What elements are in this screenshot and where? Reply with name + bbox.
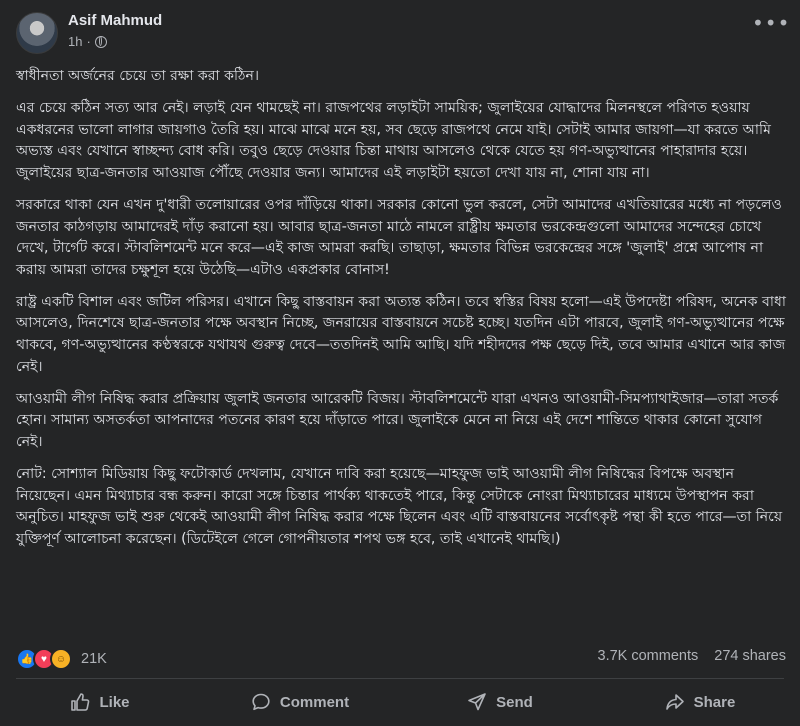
post-paragraph: আওয়ামী লীগ নিষিদ্ধ করার প্রক্রিয়ায় জু… (16, 390, 779, 450)
post-actions: Like Comment Send Share (0, 682, 800, 722)
care-reaction-icon: ☺ (50, 648, 72, 670)
post-meta: 1h · (68, 34, 107, 49)
comment-label: Comment (279, 693, 350, 711)
post-paragraph: নোট: সোশ্যাল মিডিয়ায় কিছু ফটোকার্ড দেখ… (16, 466, 783, 547)
author-avatar[interactable] (16, 12, 58, 54)
comment-bubble-icon (252, 693, 270, 711)
post-paragraph: সরকারে থাকা যেন এখন দু'ধারী তলোয়ারের ওপ… (16, 196, 782, 278)
post-paragraph: স্বাধীনতা অর্জনের চেয়ে তা রক্ষা করা কঠি… (16, 68, 259, 84)
comments-count[interactable]: 3.7K comments (598, 648, 699, 664)
author-name[interactable]: Asif Mahmud (68, 12, 162, 29)
reactions-count[interactable]: 21K (81, 651, 107, 667)
post-header: Asif Mahmud 1h · ••• (16, 10, 789, 60)
post-paragraph: এর চেয়ে কঠিন সত্য আর নেই। লড়াই যেন থাম… (16, 100, 771, 181)
post-paragraph: রাষ্ট্র একটি বিশাল এবং জটিল পরিসর। এখানে… (16, 293, 786, 375)
share-arrow-icon (665, 694, 684, 710)
engagement-counts: 3.7K comments 274 shares (598, 648, 787, 664)
post-time[interactable]: 1h (68, 34, 82, 49)
divider (16, 678, 784, 679)
post-stats: 👍 ♥ ☺ 21K 3.7K comments 274 shares (16, 646, 786, 670)
meta-separator: · (86, 34, 91, 49)
share-label: Share (693, 693, 736, 711)
facebook-post: Asif Mahmud 1h · ••• স্বাধীনতা অর্জনের চ… (0, 0, 800, 726)
thumbs-up-icon (71, 693, 90, 711)
shares-count[interactable]: 274 shares (714, 648, 786, 664)
globe-icon[interactable] (94, 35, 107, 48)
post-body: স্বাধীনতা অর্জনের চেয়ে তা রক্ষা করা কঠি… (16, 66, 786, 561)
like-button[interactable]: Like (0, 682, 200, 722)
share-button[interactable]: Share (600, 682, 800, 722)
reactions-summary[interactable]: 👍 ♥ ☺ 21K (16, 648, 107, 670)
send-button[interactable]: Send (400, 682, 600, 722)
send-label: Send (496, 693, 533, 711)
comment-button[interactable]: Comment (200, 682, 400, 722)
more-options-icon[interactable]: ••• (752, 13, 789, 36)
send-icon (468, 693, 486, 711)
like-label: Like (99, 693, 130, 711)
